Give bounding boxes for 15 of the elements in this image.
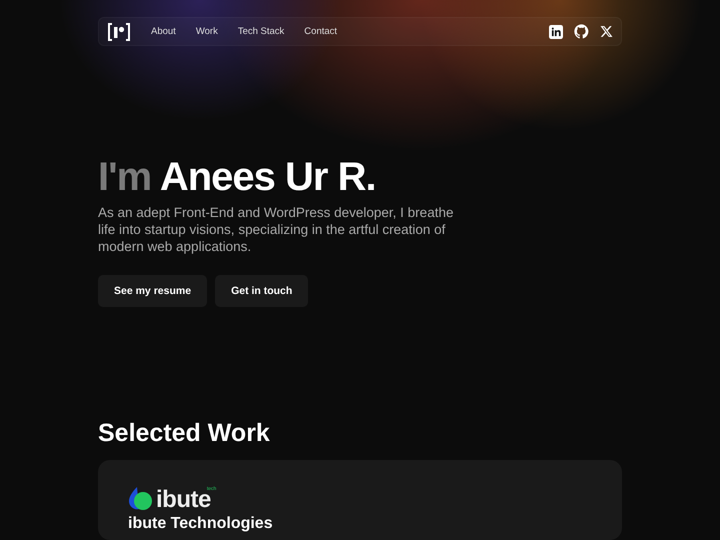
monogram-logo-icon[interactable] <box>107 22 131 42</box>
x-logo-icon[interactable] <box>600 25 613 38</box>
project-title: ibute Technologies <box>128 515 274 533</box>
github-icon[interactable] <box>574 24 589 39</box>
leaf-logo-icon <box>128 486 154 512</box>
nav-link[interactable]: Work <box>196 26 218 37</box>
nav-link[interactable]: Contact <box>304 26 338 37</box>
hero-headline: I'm Anees Ur R. <box>98 154 377 200</box>
nav-link[interactable]: About <box>151 26 176 37</box>
contact-button[interactable]: Get in touch <box>215 275 308 307</box>
hero-description: As an adept Front-End and WordPress developer, I breathe life into startup visions, specializing in the artful creation of modern web applications. <box>98 204 454 255</box>
resume-button[interactable]: See my resume <box>98 275 208 307</box>
nav-link[interactable]: Tech Stack <box>238 26 284 37</box>
linkedin-icon[interactable] <box>549 24 563 38</box>
section-heading: Selected Work <box>98 418 271 448</box>
